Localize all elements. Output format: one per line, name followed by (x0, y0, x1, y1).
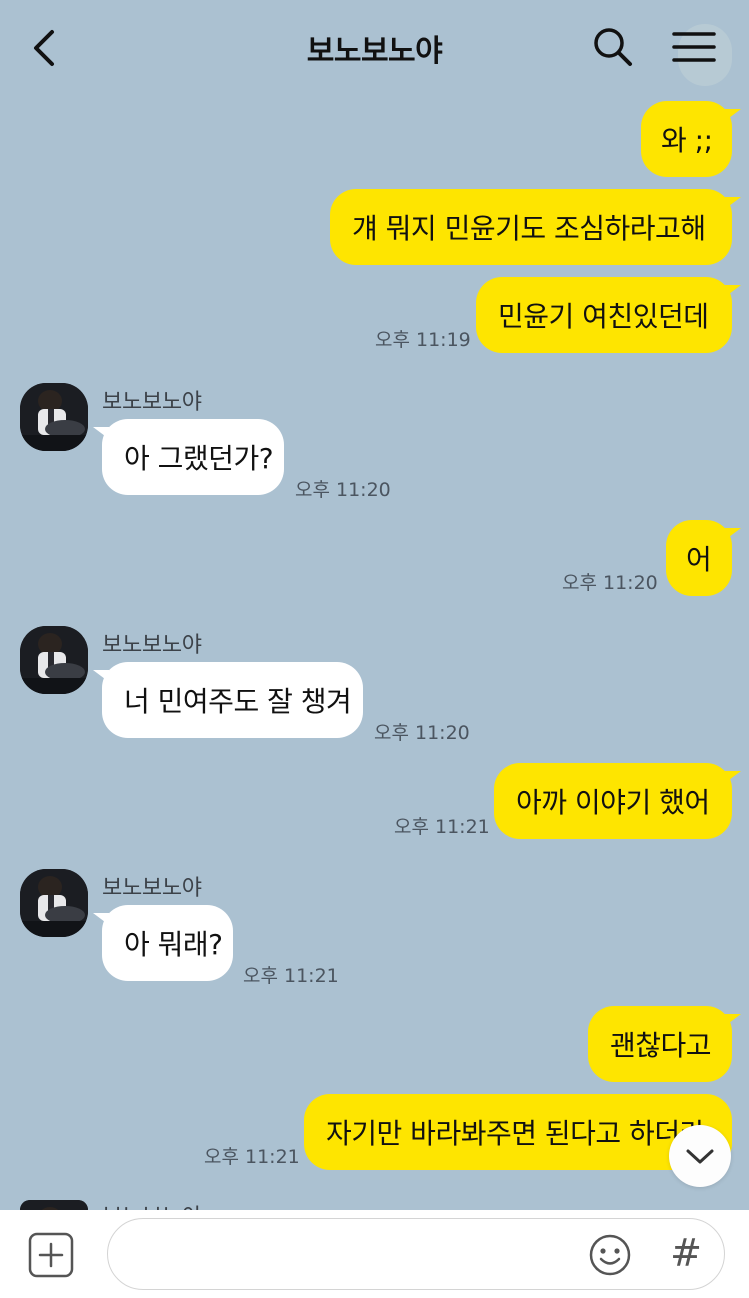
message-text: 어 (686, 543, 712, 576)
search-icon (594, 28, 632, 66)
hashtag-button[interactable]: # (664, 1228, 708, 1278)
message-text: 걔 뭐지 민윤기도 조심하라고해 (352, 212, 706, 245)
my-message-bubble[interactable]: 자기만 바라봐주면 된다고 하더라 (304, 1094, 732, 1170)
avatar[interactable] (20, 626, 88, 694)
attach-button[interactable] (28, 1232, 74, 1278)
message-time: 오후 11:21 (243, 965, 339, 987)
message-text: 자기만 바라봐주면 된다고 하더라 (326, 1117, 705, 1150)
sender-name: 보노보노야 (102, 390, 202, 415)
message-time: 오후 11:21 (394, 816, 490, 838)
scroll-down-button[interactable] (669, 1125, 731, 1187)
message-time: 오후 11:20 (295, 479, 391, 501)
message-text: 아까 이야기 했어 (516, 786, 710, 819)
my-message-bubble[interactable]: 아까 이야기 했어 (494, 763, 741, 839)
avatar[interactable] (20, 1200, 88, 1210)
message-input-bar: # (0, 1210, 749, 1298)
avatar-photo (20, 626, 88, 694)
chevron-down-icon (686, 1149, 714, 1164)
menu-button[interactable] (668, 18, 732, 86)
chat-title: 보노보노야 (306, 34, 443, 69)
message-time: 오후 11:21 (204, 1146, 300, 1168)
message-text: 아 뭐래? (124, 928, 223, 961)
avatar-photo (20, 1200, 88, 1210)
other-message-bubble[interactable]: 너 민여주도 잘 챙겨 (93, 662, 363, 738)
emoji-icon (589, 1234, 631, 1276)
sender-name: 보노보노야 (102, 876, 202, 901)
plus-square-icon (28, 1232, 74, 1278)
message-text: 와 ;; (661, 124, 713, 157)
search-button[interactable] (592, 26, 634, 68)
message-text: 괜찮다고 (610, 1029, 712, 1062)
my-message-bubble[interactable]: 민윤기 여친있던데 (476, 277, 741, 353)
avatar[interactable] (20, 869, 88, 937)
emoji-button[interactable] (588, 1233, 632, 1277)
sender-name: 보노보노야 (102, 633, 202, 658)
my-message-bubble[interactable]: 와 ;; (641, 101, 741, 177)
avatar-photo (20, 869, 88, 937)
other-message-bubble[interactable]: 아 그랬던가? (93, 419, 284, 495)
message-time: 오후 11:19 (375, 329, 471, 351)
hamburger-menu-icon (672, 32, 716, 62)
message-text: 민윤기 여친있던데 (498, 300, 709, 333)
message-time: 오후 11:20 (374, 722, 470, 744)
my-message-bubble[interactable]: 괜찮다고 (588, 1006, 741, 1082)
chat-header: 보노보노야 (0, 0, 749, 96)
message-time: 오후 11:20 (562, 572, 658, 594)
sender-name: 보노보노야 (102, 1199, 202, 1210)
avatar[interactable] (20, 383, 88, 451)
my-message-bubble[interactable]: 걔 뭐지 민윤기도 조심하라고해 (330, 189, 741, 265)
message-text: 너 민여주도 잘 챙겨 (124, 685, 352, 718)
avatar-photo (20, 383, 88, 451)
my-message-bubble[interactable]: 어 (666, 520, 741, 596)
other-message-bubble[interactable]: 아 뭐래? (93, 905, 233, 981)
message-input[interactable] (107, 1218, 725, 1290)
message-text: 아 그랬던가? (124, 442, 274, 475)
